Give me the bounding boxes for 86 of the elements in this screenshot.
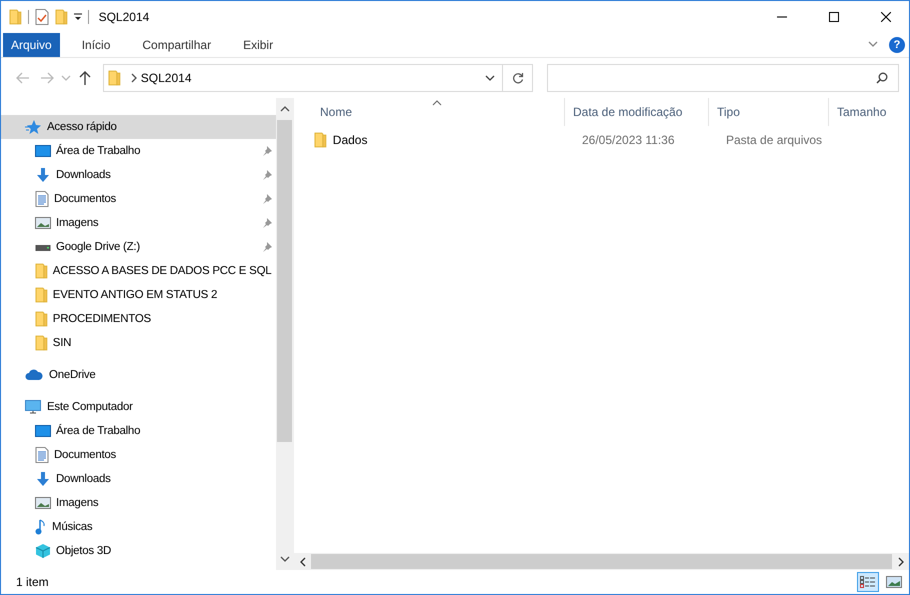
nav-item[interactable]: ACESSO A BASES DE DADOS PCC E SQL: [1, 259, 276, 283]
arrow-up-icon: [79, 71, 91, 85]
maximize-icon: [829, 12, 839, 22]
nav-section[interactable]: Acesso rápido: [1, 115, 276, 139]
chevron-up-icon: [280, 104, 290, 114]
folder-icon: [108, 70, 121, 86]
close-icon: [881, 12, 891, 22]
ribbon-tab[interactable]: Exibir: [227, 33, 290, 57]
cube-icon: [35, 543, 51, 559]
arrow-right-icon: [40, 72, 54, 84]
nav-item[interactable]: Objetos 3D: [1, 539, 276, 563]
ribbon-tab[interactable]: Início: [66, 33, 126, 57]
checklist-icon: [34, 9, 49, 25]
nav-item[interactable]: Imagens: [1, 211, 276, 235]
pin-icon: [262, 218, 272, 228]
drive-icon: [35, 242, 51, 252]
desktop-icon: [35, 424, 51, 438]
image-icon: [886, 576, 902, 588]
file-name: Dados: [332, 133, 368, 147]
search-field[interactable]: [547, 64, 899, 92]
image-icon: [35, 216, 51, 230]
dropdown-icon: [74, 12, 82, 22]
nav-item[interactable]: EVENTO ANTIGO EM STATUS 2: [1, 283, 276, 307]
ribbon-tab[interactable]: Compartilhar: [126, 33, 228, 57]
download-icon: [35, 471, 51, 487]
folder-icon: [35, 287, 48, 303]
details-view-button[interactable]: [857, 572, 879, 592]
star-icon: [25, 119, 41, 135]
monitor-icon: [25, 399, 41, 415]
column-header[interactable]: Tipo: [709, 98, 829, 126]
breadcrumb-chevron-icon: [128, 73, 139, 83]
folder-icon: [35, 335, 48, 351]
image-icon: [35, 496, 51, 510]
folder-icon: [35, 311, 48, 327]
pin-icon: [262, 194, 272, 204]
item-count: 1 item: [16, 575, 49, 589]
address-bar[interactable]: SQL2014: [103, 64, 503, 92]
nav-section[interactable]: OneDrive: [1, 363, 276, 387]
document-icon: [35, 447, 49, 463]
pin-icon: [262, 146, 272, 156]
scrollbar-thumb[interactable]: [277, 120, 292, 442]
nav-item[interactable]: Documentos: [1, 443, 276, 467]
chevron-left-icon: [298, 556, 308, 566]
nav-item[interactable]: Downloads: [1, 467, 276, 491]
nav-item[interactable]: Documentos: [1, 187, 276, 211]
folder-icon: [9, 9, 22, 25]
nav-item[interactable]: SIN: [1, 331, 276, 355]
arrow-left-icon: [16, 72, 30, 84]
refresh-icon: [512, 72, 524, 84]
type-cell-text: Pasta de arquivos: [725, 133, 824, 147]
nav-item[interactable]: Área de Trabalho: [1, 419, 276, 443]
column-header[interactable]: Data de modificação: [565, 98, 709, 126]
document-icon: [35, 191, 49, 207]
chevron-right-icon: [896, 556, 906, 566]
refresh-button[interactable]: [503, 64, 533, 92]
nav-item[interactable]: PROCEDIMENTOS: [1, 307, 276, 331]
nav-item[interactable]: Área de Trabalho: [1, 139, 276, 163]
column-header[interactable]: Nome: [312, 98, 565, 126]
desktop-icon: [35, 144, 51, 158]
pin-icon: [262, 170, 272, 180]
help-button[interactable]: ?: [889, 37, 905, 53]
folder-icon: [35, 263, 48, 279]
chevron-down-icon: [485, 73, 495, 83]
breadcrumb[interactable]: SQL2014: [138, 71, 194, 85]
music-note-icon: [35, 519, 47, 535]
chevron-down-icon: [868, 39, 878, 49]
chevron-down-icon: [280, 554, 290, 564]
nav-item[interactable]: Imagens: [1, 491, 276, 515]
column-header[interactable]: Tamanho: [829, 98, 909, 126]
nav-item[interactable]: Downloads: [1, 163, 276, 187]
nav-item[interactable]: Músicas: [1, 515, 276, 539]
ribbon-tab[interactable]: Arquivo: [3, 33, 60, 57]
nav-section[interactable]: Este Computador: [1, 395, 276, 419]
chevron-down-icon: [61, 73, 71, 83]
download-icon: [35, 167, 51, 183]
date-cell-text: 26/05/2023 11:36: [581, 133, 676, 147]
pin-icon: [262, 242, 272, 252]
search-icon: [876, 72, 888, 84]
file-row[interactable]: Dados 26/05/2023 11:36 Pasta de arquivos: [294, 129, 909, 151]
nav-item[interactable]: Google Drive (Z:): [1, 235, 276, 259]
folder-icon: [54, 9, 68, 25]
folder-icon: [314, 132, 327, 148]
details-list-icon: [860, 576, 876, 588]
scrollbar-thumb[interactable]: [311, 554, 892, 569]
window-title: SQL2014: [98, 10, 150, 24]
cloud-icon: [25, 369, 43, 381]
